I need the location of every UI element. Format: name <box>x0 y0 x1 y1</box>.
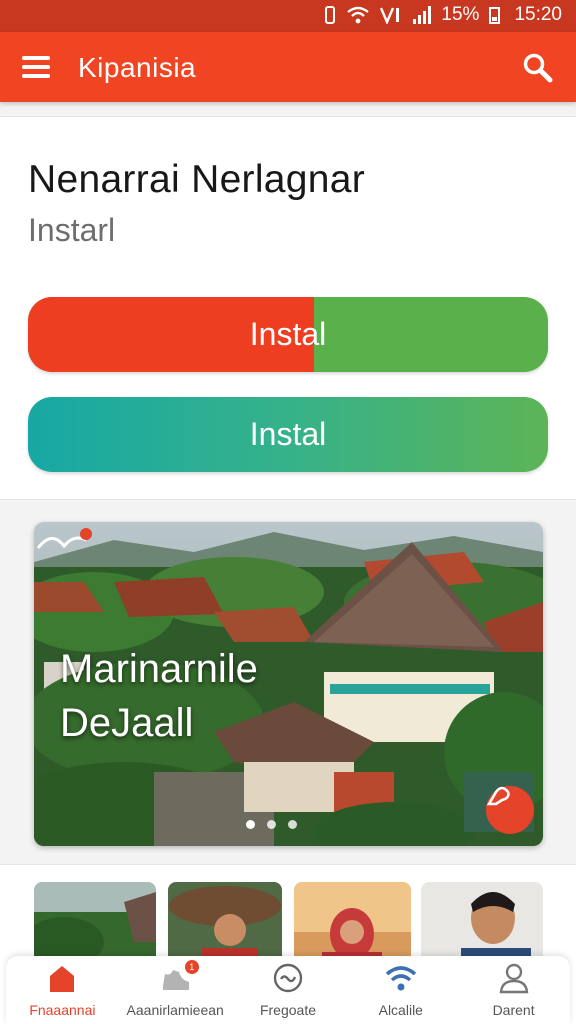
nav-item-home[interactable]: Fnaaannai <box>6 956 119 1024</box>
wifi-icon <box>385 966 416 991</box>
nav-label-activity: Aaanirlamieean <box>126 1002 224 1018</box>
battery-percent: 15% <box>441 4 480 25</box>
banner-line-2: DeJaall <box>60 701 194 745</box>
wifi-status-icon <box>347 6 370 24</box>
nav-item-activity[interactable]: 1 Aaanirlamieean <box>119 956 232 1024</box>
nav-item-connect[interactable]: Alcalile <box>344 956 457 1024</box>
nav-label-connect: Alcalile <box>378 1002 423 1018</box>
install-button-label: Instal <box>249 416 327 452</box>
nav-item-profile[interactable]: Darent <box>457 956 570 1024</box>
battery-icon <box>489 6 501 24</box>
status-bar: 15% 15:20 <box>0 0 576 32</box>
notification-badge: 1 <box>184 960 199 974</box>
install-progress-label: Instal <box>249 316 327 352</box>
carousel-dots[interactable] <box>246 820 297 829</box>
chat-icon <box>273 963 303 993</box>
app-title: Kipanisia <box>78 52 197 83</box>
nav-item-messages[interactable]: Fregoate <box>232 956 345 1024</box>
network-icon <box>380 7 400 24</box>
install-button[interactable]: Instal <box>28 397 548 472</box>
vibrate-icon <box>325 6 336 24</box>
person-icon <box>499 963 528 994</box>
install-progress-button[interactable]: Instal <box>28 297 548 372</box>
share-icon[interactable] <box>34 522 94 558</box>
nav-label-profile: Darent <box>492 1002 535 1018</box>
page-subtitle: Instarl <box>28 212 116 248</box>
banner-headline: Marinarnile DeJaall <box>60 642 258 750</box>
favorite-button[interactable] <box>486 786 534 834</box>
home-icon <box>50 966 75 992</box>
bottom-navigation: Fnaaannai 1 Aaanirlamieean Fregoate Alca… <box>6 956 570 1024</box>
carousel-dot[interactable] <box>288 820 297 829</box>
carousel-dot[interactable] <box>246 820 255 829</box>
edit-icon <box>486 786 510 806</box>
signal-icon <box>413 6 432 24</box>
status-time: 15:20 <box>514 4 562 25</box>
nav-label-messages: Fregoate <box>259 1002 317 1018</box>
page-title: Nenarrai Nerlagnar <box>28 158 366 201</box>
banner-line-1: Marinarnile <box>60 647 258 691</box>
search-icon[interactable] <box>522 52 554 84</box>
menu-icon[interactable] <box>22 56 52 78</box>
carousel-dot[interactable] <box>267 820 276 829</box>
featured-banner[interactable]: Marinarnile DeJaall <box>34 522 543 846</box>
app-bar: Kipanisia <box>0 32 576 102</box>
nav-label-home: Fnaaannai <box>29 1002 96 1018</box>
